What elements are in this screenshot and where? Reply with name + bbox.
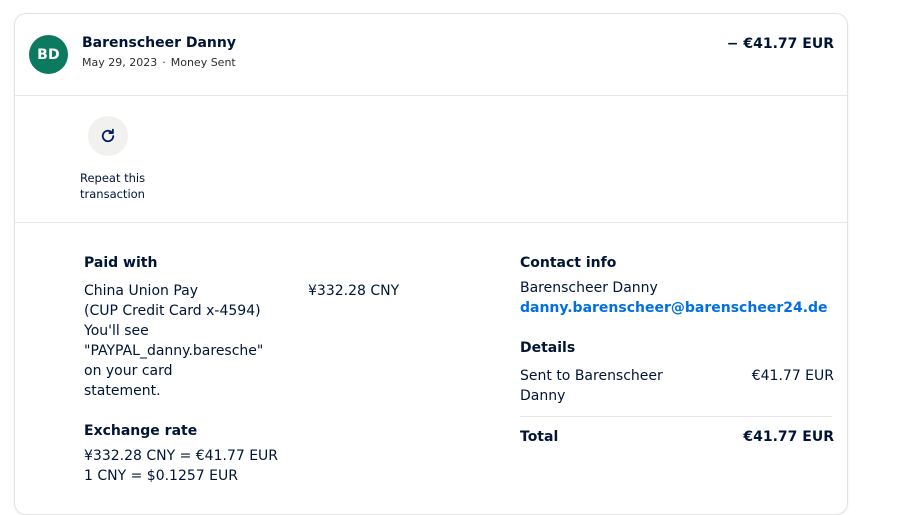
payment-method-line: "PAYPAL_danny.baresche": [84, 343, 264, 359]
payment-method-line: on your card: [84, 363, 173, 379]
transaction-header: BD Barenscheer Danny May 29, 2023 · Money …: [15, 14, 847, 96]
transaction-date: May 29, 2023: [82, 56, 158, 69]
sent-to-label: Sent to Barenscheer Danny: [520, 368, 663, 404]
actions-row: Repeat this transaction: [15, 96, 847, 223]
exchange-rate-line-2: 1 CNY = $0.1257 EUR: [84, 468, 238, 484]
transaction-type: Money Sent: [170, 56, 236, 69]
payment-method-line: statement.: [84, 383, 161, 399]
payment-method: China Union Pay (CUP Credit Card x-4594)…: [84, 281, 284, 401]
exchange-rate-line-1: ¥332.28 CNY = €41.77 EUR: [84, 448, 279, 464]
transaction-meta: May 29, 2023 · Money Sent: [82, 56, 236, 69]
paid-with-heading: Paid with: [84, 255, 158, 271]
sent-to-amount: €41.77 EUR: [751, 368, 834, 384]
divider: [520, 416, 832, 417]
total-amount: €41.77 EUR: [743, 429, 834, 445]
payment-method-line: (CUP Credit Card x-4594): [84, 303, 261, 319]
payee-name: Barenscheer Danny: [82, 35, 236, 51]
avatar: BD: [29, 35, 68, 74]
details-heading: Details: [520, 340, 576, 356]
contact-info-heading: Contact info: [520, 255, 617, 271]
total-label: Total: [520, 429, 559, 445]
transaction-amount: − €41.77 EUR: [726, 36, 834, 52]
repeat-transaction-button[interactable]: [88, 116, 128, 156]
exchange-rate-heading: Exchange rate: [84, 423, 198, 439]
transaction-card: BD Barenscheer Danny May 29, 2023 · Money …: [14, 13, 848, 515]
separator-dot: ·: [162, 56, 166, 69]
paid-amount: ¥332.28 CNY: [308, 283, 400, 299]
repeat-transaction-label[interactable]: Repeat this transaction: [80, 170, 160, 202]
payment-method-line: You'll see: [84, 323, 149, 339]
payment-method-line: China Union Pay: [84, 283, 199, 299]
refresh-icon: [101, 128, 115, 143]
contact-email-link[interactable]: danny.barenscheer@barenscheer24.de: [520, 298, 828, 318]
contact-name: Barenscheer Danny: [520, 280, 658, 296]
